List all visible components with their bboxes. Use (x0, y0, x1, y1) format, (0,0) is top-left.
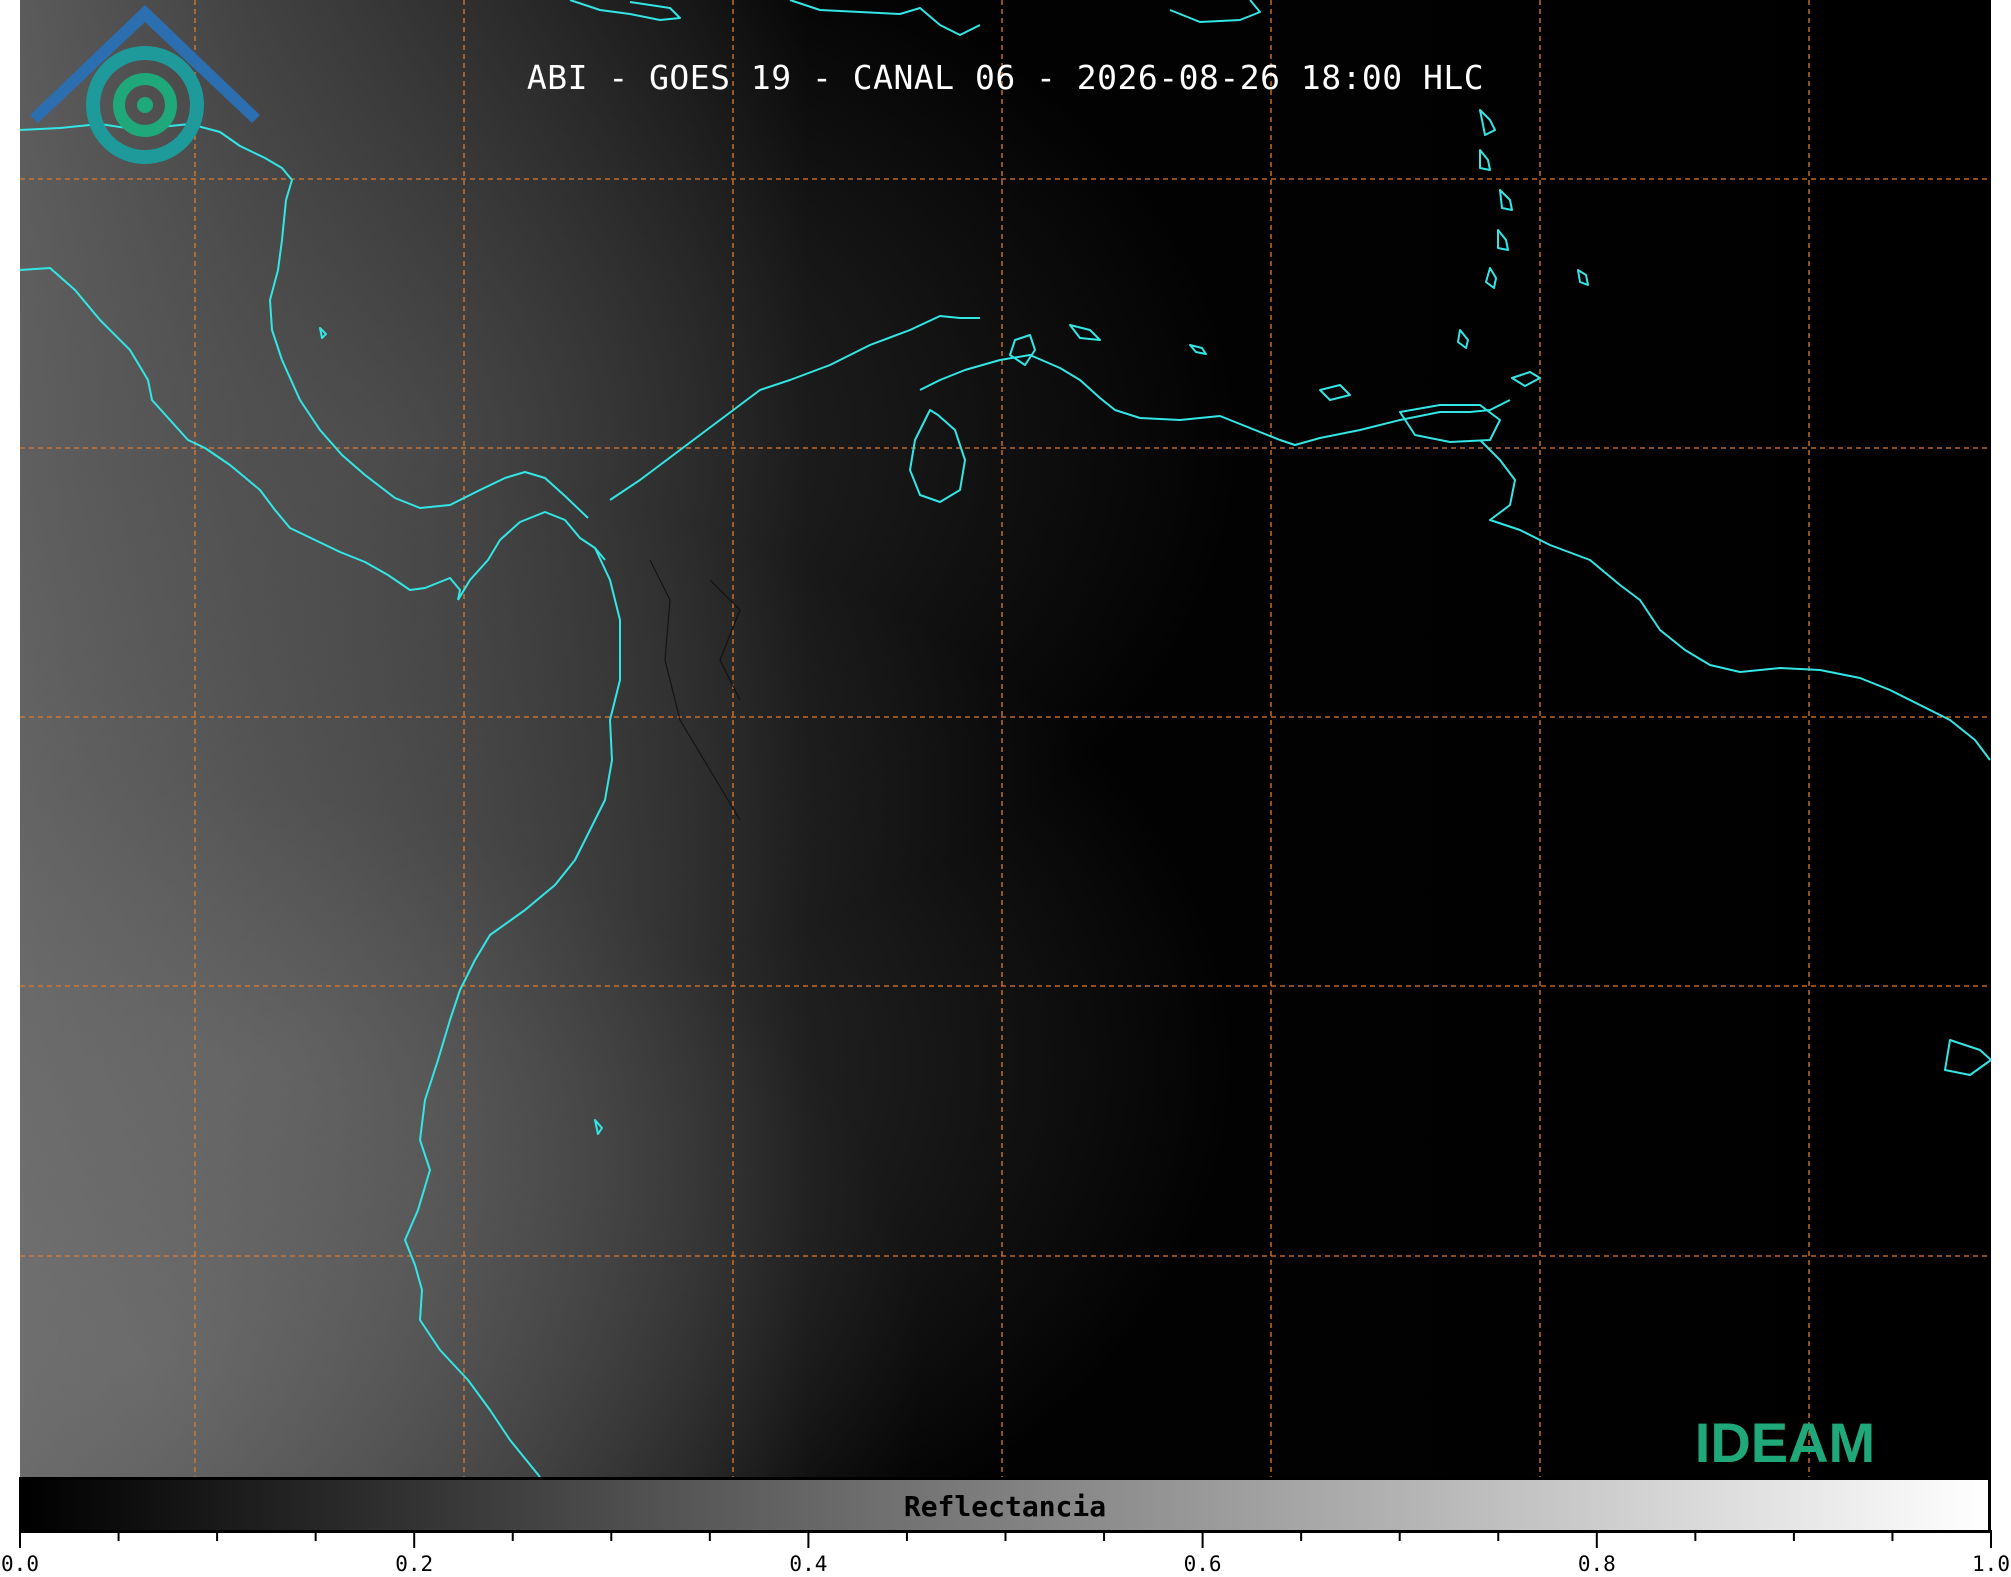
colorbar-tick-label: 0.0 (1, 1552, 39, 1576)
island-grenada (1457, 329, 1469, 349)
island-gorgona (594, 1119, 603, 1135)
island-puerto-rico (1169, 0, 1261, 23)
border-panama-colombia (649, 559, 741, 821)
colorbar-label: Reflectancia (903, 1490, 1107, 1523)
map-overlay (20, 0, 1991, 1477)
ideam-logo (30, 5, 260, 164)
colorbar: Reflectancia (19, 1477, 1991, 1533)
colorbar-tick-label: 1.0 (1972, 1552, 2010, 1576)
coastline-peninsula-paraguana (1009, 334, 1036, 366)
border-colombia-venezuela (709, 579, 741, 701)
colorbar-tick-label: 0.8 (1577, 1552, 1616, 1576)
coastline-guajira (919, 354, 1511, 446)
country-borders (649, 559, 741, 821)
island-lesser-antilles-3 (1499, 189, 1513, 211)
coastline-central-america-pacific (20, 267, 461, 601)
graticule (20, 0, 1991, 1477)
island-lesser-antilles-5 (1485, 267, 1497, 289)
coastline-maracaibo-lake (909, 409, 966, 503)
island-lesser-antilles-4 (1497, 229, 1509, 251)
island-san-andres (319, 327, 327, 339)
colorbar-tick-label: 0.4 (789, 1552, 828, 1576)
island-aruba (1189, 344, 1207, 355)
colorbar-tick-label: 0.6 (1183, 1552, 1222, 1576)
satellite-map: ABI - GOES 19 - CANAL 06 - 2026-08-26 18… (20, 0, 1991, 1477)
ideam-logo-text: IDEAM (1694, 1411, 1876, 1474)
island-tobago (1511, 371, 1541, 387)
logo-swirl-center (137, 97, 153, 113)
island-lesser-antilles-2 (1479, 149, 1491, 171)
island-margarita (1319, 384, 1351, 401)
colorbar-ticks (19, 1530, 1992, 1548)
island-barbados (1577, 269, 1589, 286)
coastline-venezuela-east (1479, 439, 1991, 761)
coastline-colombia-pacific (404, 547, 621, 1477)
coastline-panama (457, 511, 606, 601)
coastline-colombia-caribbean (609, 315, 980, 501)
island-lesser-antilles-1 (1479, 109, 1496, 136)
colorbar-tick-label: 0.2 (395, 1552, 434, 1576)
island-curacao (1069, 324, 1101, 341)
map-title: ABI - GOES 19 - CANAL 06 - 2026-08-26 18… (526, 58, 1485, 97)
island-jamaica (569, 0, 681, 21)
island-galapagos-fragment (1944, 1039, 1991, 1076)
island-hispaniola (789, 0, 981, 36)
